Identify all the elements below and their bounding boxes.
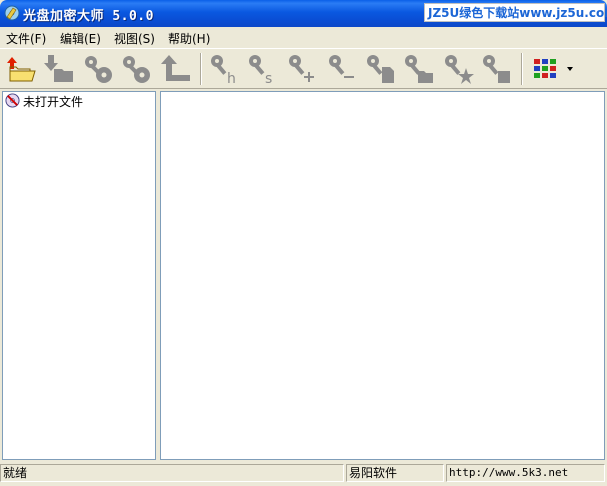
- window-title: 光盘加密大师 5.0.0: [23, 9, 154, 24]
- no-disc-icon: [5, 93, 20, 108]
- key-block-icon[interactable]: [480, 53, 512, 85]
- key-h-icon[interactable]: h: [208, 53, 240, 85]
- svg-text:s: s: [265, 71, 272, 85]
- toolbar: h s: [0, 48, 607, 89]
- tree-root-label: 未打开文件: [23, 95, 84, 109]
- menu-view[interactable]: 视图(S): [114, 30, 155, 47]
- key-disc-icon[interactable]: [120, 53, 152, 85]
- content-pane[interactable]: [160, 91, 605, 460]
- key-plus-icon[interactable]: [286, 53, 318, 85]
- key-minus-icon[interactable]: [326, 53, 358, 85]
- svg-text:h: h: [227, 71, 236, 85]
- toolbar-separator: [200, 53, 202, 85]
- key-file-icon[interactable]: [364, 53, 396, 85]
- status-state: 就绪: [0, 464, 344, 482]
- view-grid-icon[interactable]: [530, 53, 562, 85]
- menu-help[interactable]: 帮助(H): [168, 30, 210, 47]
- import-icon[interactable]: [42, 53, 74, 85]
- upload-icon[interactable]: [160, 53, 192, 85]
- chevron-down-icon[interactable]: [566, 66, 574, 72]
- tree-pane[interactable]: 未打开文件: [2, 91, 156, 460]
- key-star-icon[interactable]: [442, 53, 474, 85]
- menu-file[interactable]: 文件(F): [6, 30, 46, 47]
- title-bar[interactable]: 光盘加密大师 5.0.0 JZ5U绿色下载站www.jz5u.com: [0, 0, 607, 27]
- status-url: http://www.5k3.net: [446, 464, 605, 482]
- status-company: 易阳软件: [346, 464, 444, 482]
- status-bar: 就绪 易阳软件 http://www.5k3.net: [0, 462, 607, 486]
- watermark-banner: JZ5U绿色下载站www.jz5u.com: [424, 3, 607, 22]
- key-s-icon[interactable]: s: [246, 53, 278, 85]
- open-folder-icon[interactable]: [4, 53, 36, 85]
- toolbar-separator: [521, 53, 523, 85]
- key-folder-icon[interactable]: [402, 53, 434, 85]
- menu-edit[interactable]: 编辑(E): [60, 30, 101, 47]
- app-disc-icon: [4, 5, 20, 21]
- menu-bar: 文件(F) 编辑(E) 视图(S) 帮助(H): [0, 27, 607, 47]
- key-disc-icon[interactable]: [82, 53, 114, 85]
